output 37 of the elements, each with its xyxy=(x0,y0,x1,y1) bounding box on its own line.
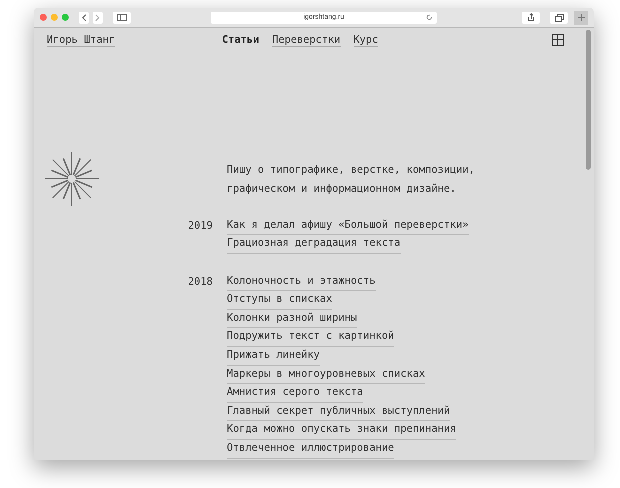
zoom-icon[interactable] xyxy=(62,14,69,21)
nav-link[interactable]: Переверстки xyxy=(272,34,341,46)
new-tab-button[interactable] xyxy=(574,10,588,24)
article-link[interactable]: Отступы в списках xyxy=(227,291,332,310)
reload-icon[interactable] xyxy=(426,14,433,21)
article-link[interactable]: Грациозная деградация текста xyxy=(227,235,401,254)
share-icon xyxy=(528,13,534,22)
intro-text: Пишу о типографике, верстке, композиции, xyxy=(227,163,475,178)
article-link[interactable]: Главный секрет публичных выступлений xyxy=(227,402,450,422)
close-icon[interactable] xyxy=(40,14,47,21)
sunburst-logo-icon xyxy=(44,151,100,207)
chevron-right-icon xyxy=(95,14,101,22)
intro-text: графическом и информационном дизайне. xyxy=(227,182,458,197)
grid-menu-icon[interactable] xyxy=(552,34,564,46)
article-link[interactable]: Маркеры в многоуровневых списках xyxy=(227,366,426,384)
article-link[interactable]: Прижать линейку xyxy=(227,346,320,366)
share-button[interactable] xyxy=(522,12,540,24)
article-link[interactable]: Подружить текст с картинкой xyxy=(227,328,394,347)
article-link[interactable]: Колоночность и этажность xyxy=(227,272,376,292)
tabs-button[interactable] xyxy=(550,12,568,24)
article-link[interactable]: Колонки разной ширины xyxy=(227,310,358,328)
year-label: 2018 xyxy=(188,274,213,290)
site-name-link[interactable]: Игорь Штанг xyxy=(47,34,116,46)
article-link[interactable]: Отвлеченное иллюстрирование xyxy=(227,440,394,458)
tabs-icon xyxy=(554,14,564,22)
chevron-left-icon xyxy=(81,14,87,22)
sidebar-icon xyxy=(117,14,127,21)
article-link[interactable]: Амнистия серого текста xyxy=(227,384,364,403)
nav-link[interactable]: Статьи xyxy=(222,34,260,46)
sidebar-button[interactable] xyxy=(113,12,131,24)
back-button[interactable] xyxy=(79,12,89,24)
article-link[interactable]: Когда можно опускать знаки препинания xyxy=(227,421,456,440)
nav-link[interactable]: Курс xyxy=(354,34,378,46)
article-link[interactable]: Как я делал афишу «Большой переверстки» xyxy=(227,216,469,236)
plus-icon xyxy=(578,14,584,21)
scrollbar-thumb[interactable] xyxy=(586,30,591,170)
year-label: 2019 xyxy=(188,218,213,234)
